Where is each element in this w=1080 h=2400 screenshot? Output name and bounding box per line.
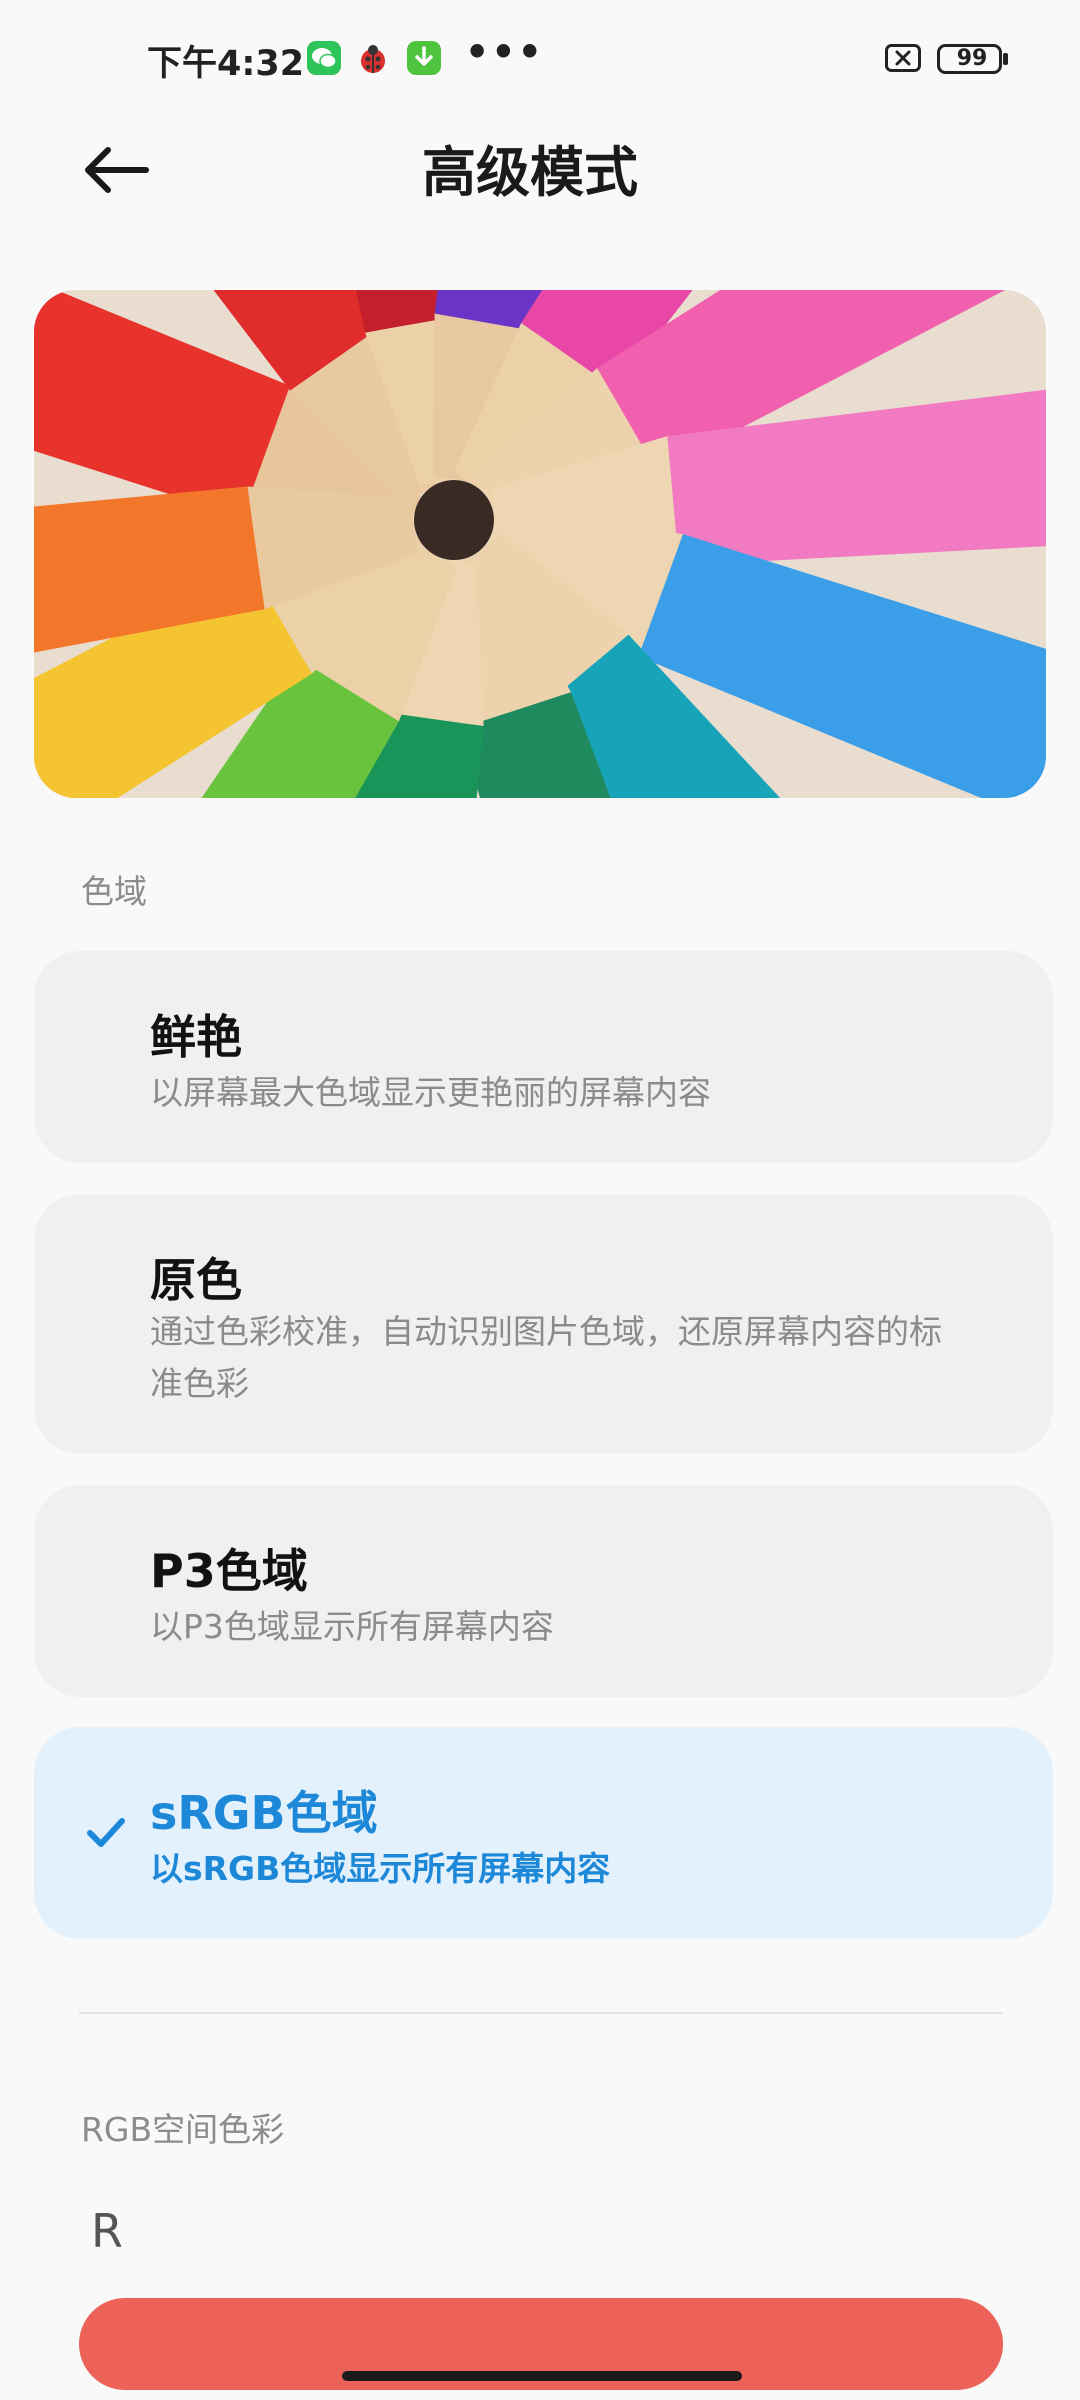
status-more-icon: ••• (465, 30, 544, 74)
ladybug-icon (357, 43, 389, 75)
option-description: 以P3色域显示所有屏幕内容 (150, 1607, 554, 1646)
option-title: 原色 (150, 1253, 242, 1307)
option-description: 以屏幕最大色域显示更艳丽的屏幕内容 (150, 1073, 711, 1112)
status-bar: 下午4:32 ••• 99 (0, 0, 1080, 118)
section-label-rgb: RGB空间色彩 (81, 2110, 285, 2149)
option-description: 通过色彩校准，自动识别图片色域，还原屏幕内容的标准色彩 (150, 1312, 942, 1403)
option-title: 鲜艳 (150, 1010, 242, 1064)
status-time: 下午4:32 (147, 44, 305, 84)
channel-label-r: R (91, 2204, 123, 2258)
wechat-icon (307, 41, 341, 75)
option-vivid[interactable]: 鲜艳 以屏幕最大色域显示更艳丽的屏幕内容 (34, 951, 1053, 1163)
divider (79, 2012, 1003, 2014)
home-indicator[interactable] (342, 2371, 742, 2381)
option-srgb[interactable]: sRGB色域 以sRGB色域显示所有屏幕内容 (34, 1727, 1053, 1939)
check-icon (84, 1809, 128, 1857)
sim-blocked-icon (885, 44, 921, 76)
hero-image-colored-pencils (34, 290, 1046, 798)
option-title: P3色域 (150, 1544, 308, 1598)
option-p3[interactable]: P3色域 以P3色域显示所有屏幕内容 (34, 1485, 1053, 1697)
option-original[interactable]: 原色 通过色彩校准，自动识别图片色域，还原屏幕内容的标准色彩 (34, 1194, 1053, 1454)
download-icon (407, 41, 441, 75)
screen: 下午4:32 ••• 99 高级模式 色域 鲜艳 以屏幕最大色域显示更艳丽的屏幕… (0, 0, 1080, 2400)
option-description: 以sRGB色域显示所有屏幕内容 (150, 1849, 611, 1888)
page-title: 高级模式 (422, 141, 638, 204)
section-label-gamut: 色域 (81, 872, 147, 911)
battery-level: 99 (956, 46, 988, 71)
option-title: sRGB色域 (150, 1786, 378, 1840)
